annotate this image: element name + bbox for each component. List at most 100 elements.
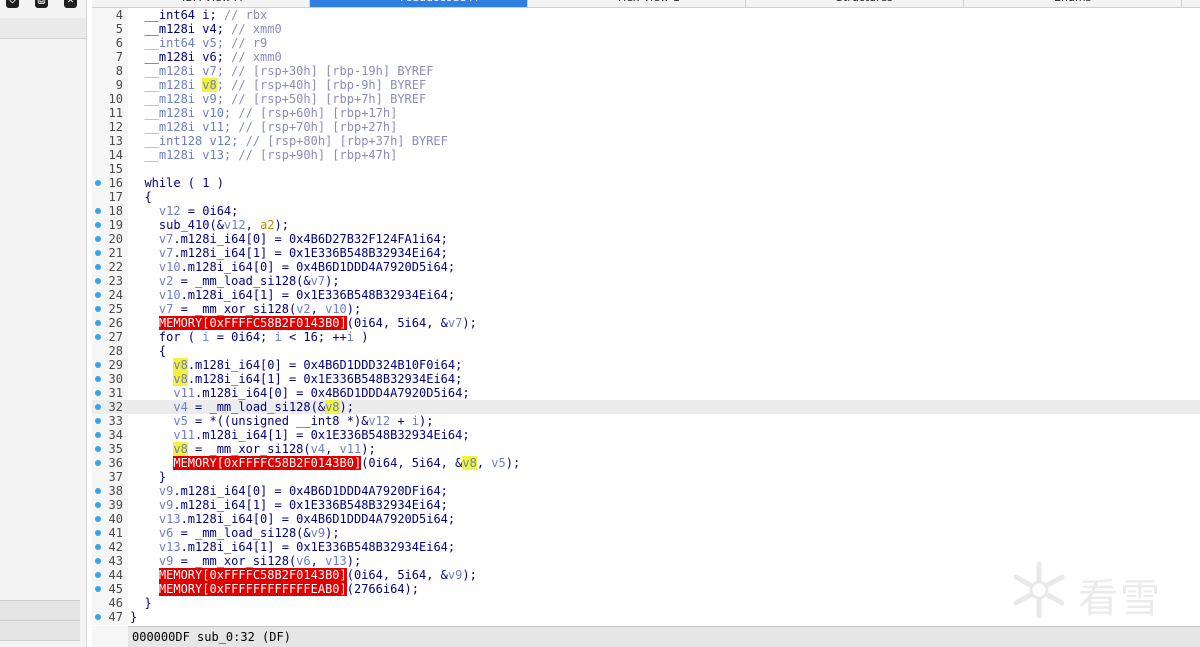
code-line[interactable]: 35 v8 = _mm_xor_si128(v4, v11); <box>92 442 1200 456</box>
highlighted-variable[interactable]: v8 <box>173 372 188 386</box>
pseudocode-view[interactable]: 4 __int64 i; // rbx 5 __m128i v4; // xmm0… <box>92 8 1200 624</box>
code-line[interactable]: 26 MEMORY[0xFFFFC58B2F0143B0](0i64, 5i64… <box>92 316 1200 330</box>
lock-icon[interactable]: ⎙ <box>35 0 48 8</box>
variable-token[interactable]: v10 <box>130 260 181 274</box>
code-line[interactable]: 34 v11.m128i_i64[1] = 0x1E336B548B32934E… <box>92 428 1200 442</box>
highlighted-variable[interactable]: v8 <box>173 358 188 372</box>
tab-pseudocode-a[interactable]: Pseudocode-A <box>310 0 528 7</box>
highlighted-variable[interactable]: v8 <box>173 442 188 456</box>
close-icon[interactable]: ✕ <box>64 0 77 8</box>
tab-enums[interactable]: Enums <box>964 0 1182 7</box>
code-line[interactable]: 9 __m128i v8; // [rsp+40h] [rbp-9h] BYRE… <box>92 78 1200 92</box>
code-line[interactable]: 25 v7 = _mm_xor_si128(v2, v10); <box>92 302 1200 316</box>
code-line[interactable]: 7 __m128i v6; // xmm0 <box>92 50 1200 64</box>
variable-token[interactable]: v2 <box>130 274 173 288</box>
variable-token[interactable]: v11 <box>130 428 195 442</box>
variable-token[interactable]: v7 <box>311 274 325 288</box>
variable-token[interactable]: v10 <box>325 302 347 316</box>
code-line[interactable]: 39 v9.m128i_i64[1] = 0x1E336B548B32934Ei… <box>92 498 1200 512</box>
code-line[interactable]: 16 while ( 1 ) <box>92 176 1200 190</box>
variable-token[interactable]: v7 <box>130 302 173 316</box>
highlighted-variable[interactable]: v8 <box>202 78 217 92</box>
variable-token[interactable]: v11 <box>340 442 362 456</box>
code-line[interactable]: 21 v7.m128i_i64[1] = 0x1E336B548B32934Ei… <box>92 246 1200 260</box>
code-line[interactable]: 6 __int64 v5; // r9 <box>92 36 1200 50</box>
code-line[interactable]: 13 __int128 v12; // [rsp+80h] [rbp+37h] … <box>92 134 1200 148</box>
variable-token[interactable]: __int64 v5; <box>130 36 231 50</box>
tab-structures[interactable]: Structures <box>746 0 964 7</box>
shield-icon[interactable]: ⛉ <box>6 0 19 8</box>
code-line[interactable]: 38 v9.m128i_i64[0] = 0x4B6D1DDD4A7920DFi… <box>92 484 1200 498</box>
code-line[interactable]: 31 v11.m128i_i64[0] = 0x4B6D1DDD4A7920D5… <box>92 386 1200 400</box>
code-line[interactable]: 17 { <box>92 190 1200 204</box>
code-line[interactable]: 10 __m128i v9; // [rsp+50h] [rbp+7h] BYR… <box>92 92 1200 106</box>
variable-token[interactable]: v7 <box>130 232 173 246</box>
code-line[interactable]: 24 v10.m128i_i64[1] = 0x1E336B548B32934E… <box>92 288 1200 302</box>
variable-token[interactable]: v6 <box>130 526 173 540</box>
memory-call[interactable]: MEMORY[0xFFFFC58B2F0143B0] <box>158 568 347 582</box>
code-line[interactable]: 40 v13.m128i_i64[0] = 0x4B6D1DDD4A7920D5… <box>92 512 1200 526</box>
code-line[interactable]: 5 __m128i v4; // xmm0 <box>92 22 1200 36</box>
variable-token[interactable]: v9 <box>130 484 173 498</box>
variable-token[interactable]: v10 <box>130 288 181 302</box>
code-line[interactable]: 36 MEMORY[0xFFFFC58B2F0143B0](0i64, 5i64… <box>92 456 1200 470</box>
code-line[interactable]: 32 v4 = _mm_load_si128(&v8); <box>92 400 1200 414</box>
variable-token[interactable]: i <box>347 330 354 344</box>
variable-token[interactable]: v7 <box>448 316 462 330</box>
variable-token[interactable]: v4 <box>130 400 187 414</box>
code-line[interactable]: 14 __m128i v13; // [rsp+90h] [rbp+47h] <box>92 148 1200 162</box>
code-line[interactable]: 29 v8.m128i_i64[0] = 0x4B6D1DDD324B10F0i… <box>92 358 1200 372</box>
variable-token[interactable]: v9 <box>311 526 325 540</box>
variable-token[interactable]: v11 <box>130 386 195 400</box>
code-line[interactable]: 15 <box>92 162 1200 176</box>
highlighted-variable[interactable]: v8 <box>325 400 340 414</box>
code-line[interactable]: 4 __int64 i; // rbx <box>92 8 1200 22</box>
variable-token[interactable]: v5 <box>130 414 187 428</box>
highlighted-variable[interactable]: v8 <box>462 456 477 470</box>
variable-token[interactable]: __m128i v11; <box>130 120 238 134</box>
variable-token[interactable]: v2 <box>296 302 310 316</box>
memory-call[interactable]: MEMORY[0xFFFFC58B2F0143B0] <box>158 316 347 330</box>
code-line[interactable]: 20 v7.m128i_i64[0] = 0x4B6D27B32F124FA1i… <box>92 232 1200 246</box>
memory-call[interactable]: MEMORY[0xFFFFFFFFFFFFEAB0] <box>158 582 347 596</box>
variable-token[interactable]: v13 <box>130 540 181 554</box>
code-line[interactable]: 37 } <box>92 470 1200 484</box>
variable-token[interactable]: __m128i v9; <box>130 92 231 106</box>
code-line[interactable]: 30 v8.m128i_i64[1] = 0x1E336B548B32934Ei… <box>92 372 1200 386</box>
code-line[interactable]: 11 __m128i v10; // [rsp+60h] [rbp+17h] <box>92 106 1200 120</box>
code-line[interactable]: 12 __m128i v11; // [rsp+70h] [rbp+27h] <box>92 120 1200 134</box>
variable-token[interactable]: ; <box>217 78 231 92</box>
variable-token[interactable]: __m128i <box>130 78 202 92</box>
code-line[interactable]: 27 for ( i = 0i64; i < 16; ++i ) <box>92 330 1200 344</box>
variable-token[interactable]: v4 <box>311 442 325 456</box>
code-line[interactable]: 18 v12 = 0i64; <box>92 204 1200 218</box>
variable-token[interactable]: i <box>412 414 419 428</box>
variable-token[interactable]: v9 <box>130 554 173 568</box>
variable-token[interactable]: v12 <box>224 218 246 232</box>
tab-ida-view-a[interactable]: IDA View-A <box>92 0 310 7</box>
variable-token[interactable]: __m128i v10; <box>130 106 238 120</box>
variable-token[interactable]: v7 <box>130 246 173 260</box>
variable-token[interactable]: v5 <box>491 456 505 470</box>
variable-token[interactable]: v9 <box>130 498 173 512</box>
variable-token[interactable]: __m128i v7; <box>130 64 231 78</box>
variable-token[interactable]: v13 <box>130 512 181 526</box>
code-line[interactable]: 42 v13.m128i_i64[1] = 0x1E336B548B32934E… <box>92 540 1200 554</box>
variable-token[interactable]: __m128i v13; <box>130 148 238 162</box>
variable-token[interactable]: __int128 v12; <box>130 134 246 148</box>
variable-token[interactable]: v13 <box>325 554 347 568</box>
tab-hex-view-1[interactable]: Hex View-1 <box>528 0 746 7</box>
variable-token[interactable]: v9 <box>448 568 462 582</box>
sidebar-list-row[interactable] <box>0 18 86 39</box>
variable-token[interactable]: i <box>275 330 282 344</box>
variable-token[interactable]: v12 <box>130 204 181 218</box>
memory-call[interactable]: MEMORY[0xFFFFC58B2F0143B0] <box>173 456 362 470</box>
code-line[interactable]: 28 { <box>92 344 1200 358</box>
code-line[interactable]: 22 v10.m128i_i64[0] = 0x4B6D1DDD4A7920D5… <box>92 260 1200 274</box>
code-line[interactable]: 8 __m128i v7; // [rsp+30h] [rbp-19h] BYR… <box>92 64 1200 78</box>
code-line[interactable]: 23 v2 = _mm_load_si128(&v7); <box>92 274 1200 288</box>
code-line[interactable]: 33 v5 = *((unsigned __int8 *)&v12 + i); <box>92 414 1200 428</box>
code-line[interactable]: 41 v6 = _mm_load_si128(&v9); <box>92 526 1200 540</box>
variable-token[interactable]: v12 <box>368 414 390 428</box>
code-line[interactable]: 19 sub_410(&v12, a2); <box>92 218 1200 232</box>
